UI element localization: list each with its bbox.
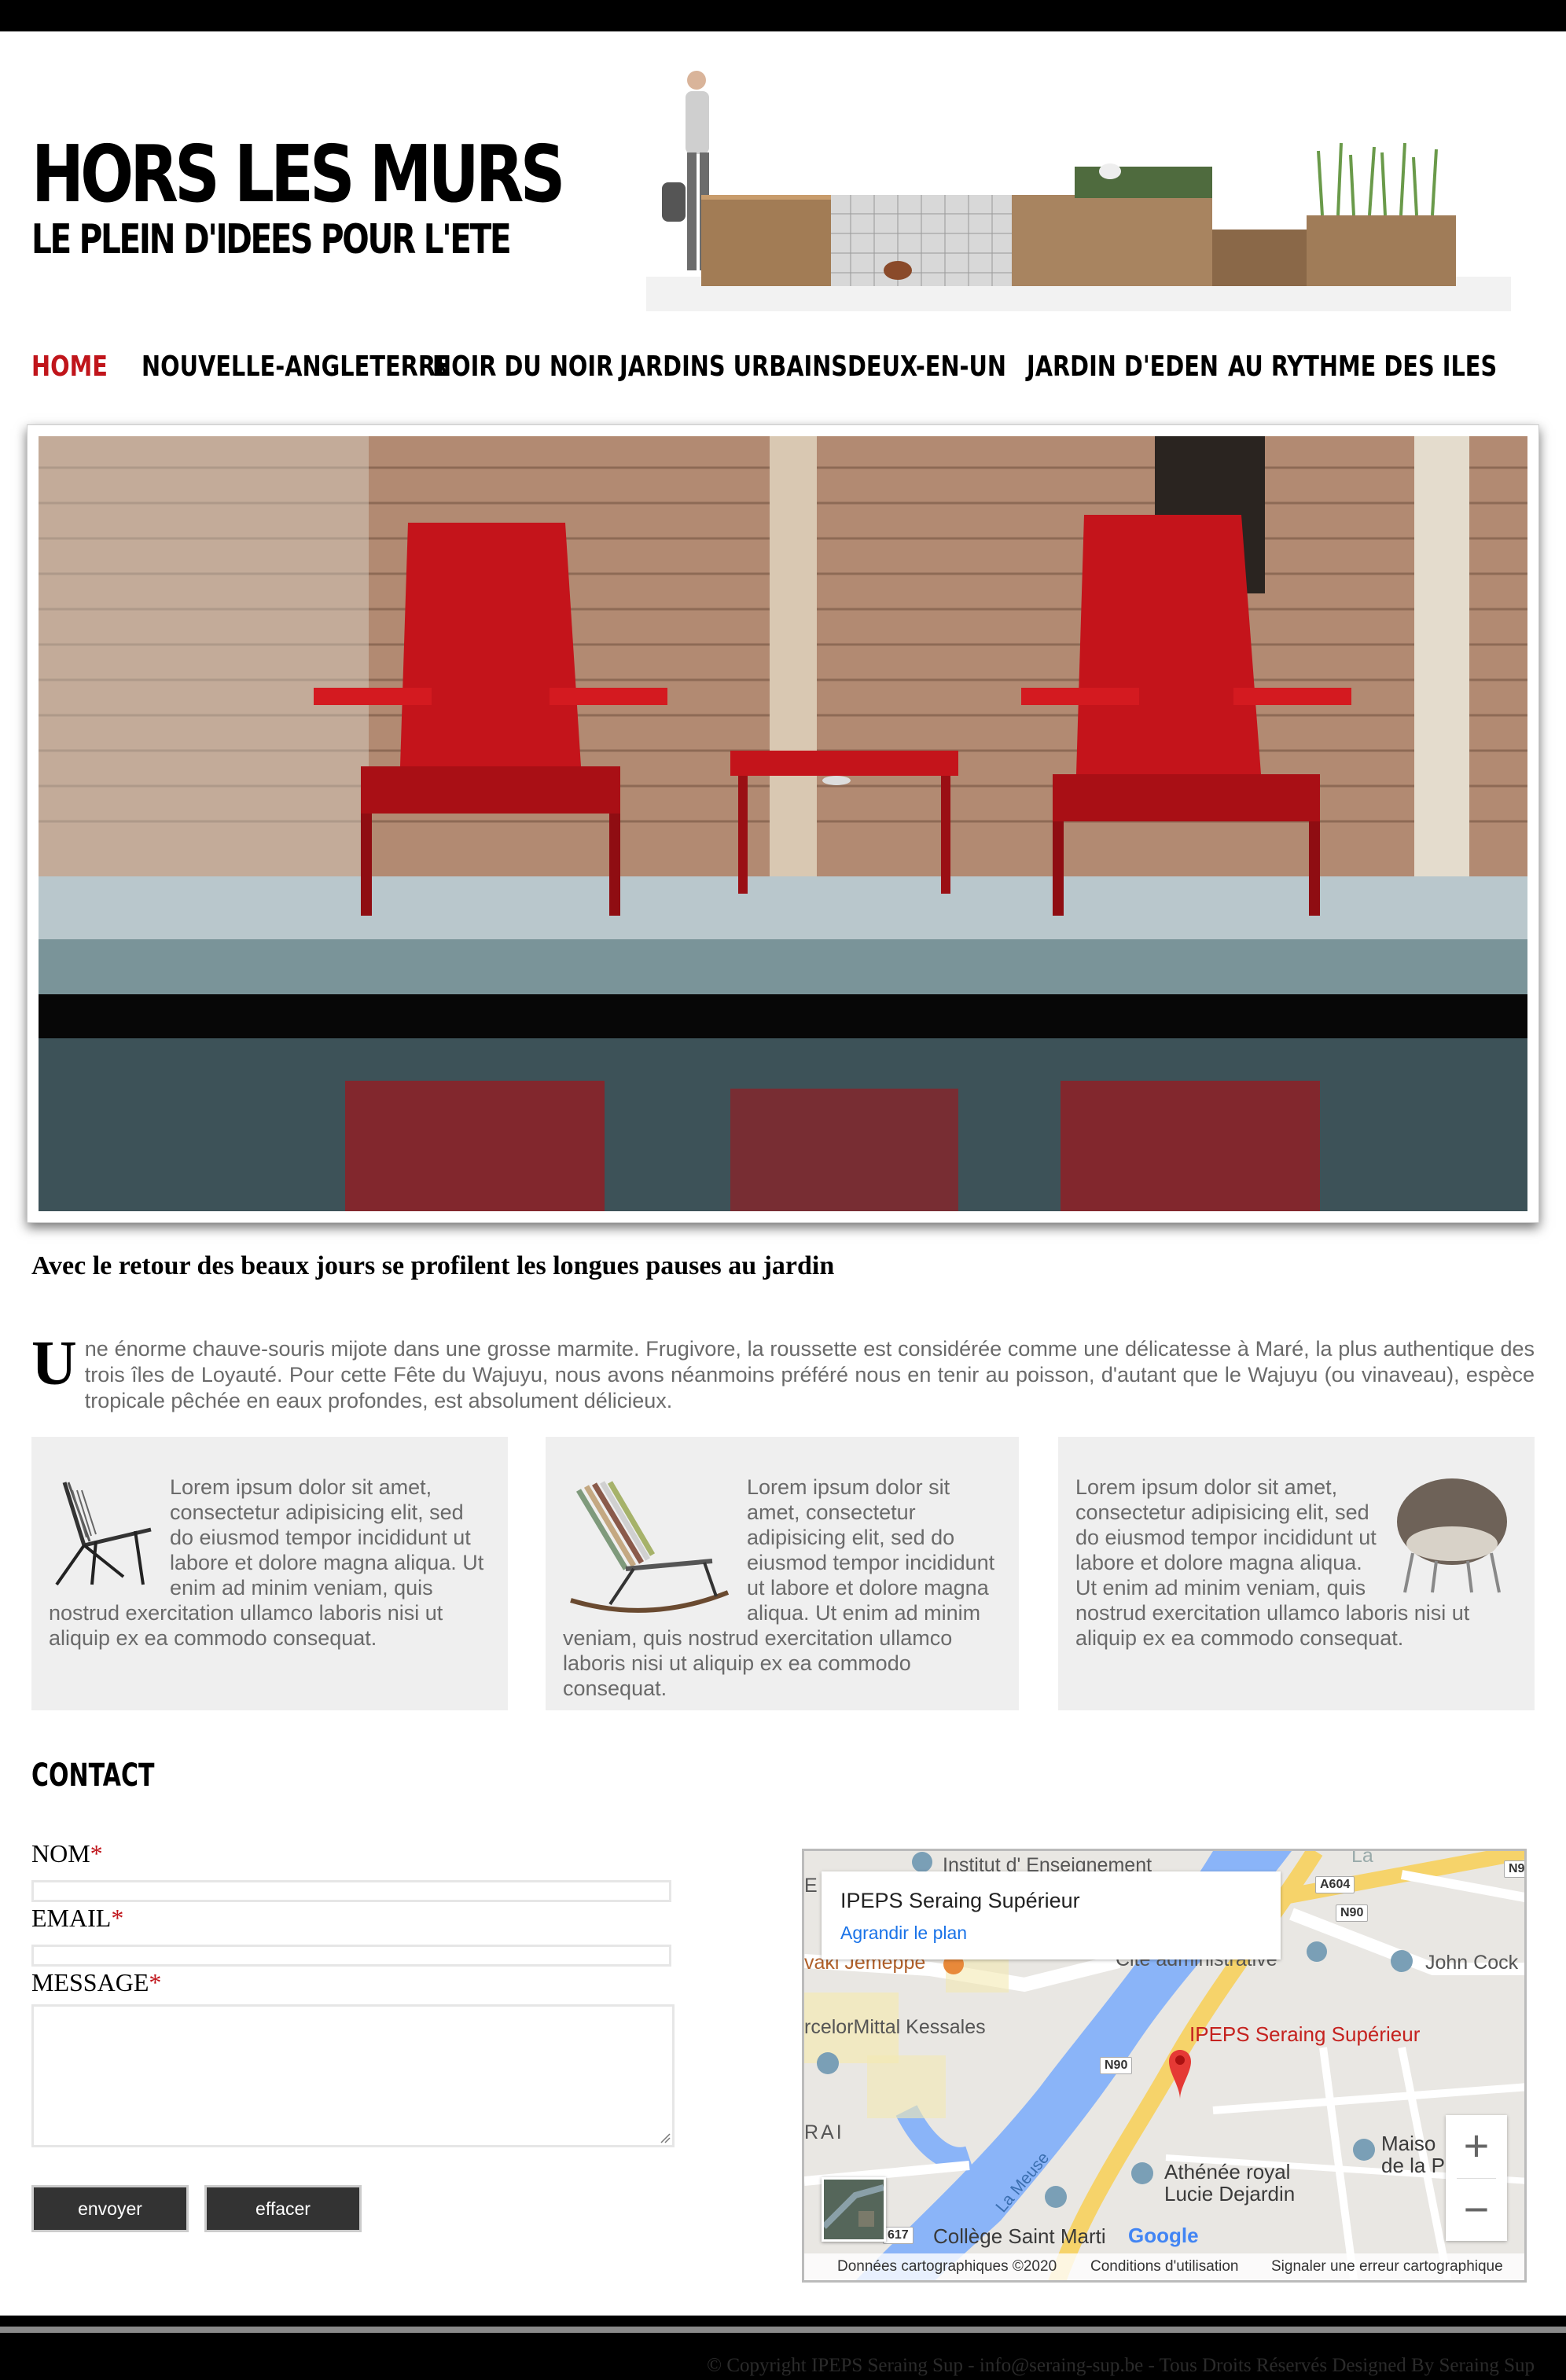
map-label-maison: Maiso de la P <box>1381 2132 1445 2177</box>
chair-icon <box>55 1482 152 1586</box>
zoom-out-button[interactable]: − <box>1446 2179 1507 2242</box>
map-report-link[interactable]: Signaler une erreur cartographique <box>1271 2253 1503 2280</box>
hero-image <box>39 436 1527 1211</box>
satellite-icon <box>822 2180 885 2239</box>
road-badge-617: 617 <box>883 2227 914 2244</box>
map-label-rai: RAI <box>804 2121 844 2143</box>
send-button[interactable]: envoyer <box>31 2185 189 2232</box>
dropcap-letter: U <box>31 1329 77 1398</box>
header-banner-image <box>646 71 1511 311</box>
map-footer: Données cartographiques ©2020 Conditions… <box>804 2253 1524 2280</box>
nom-label: NOM* <box>31 1839 103 1868</box>
resize-grip-icon[interactable] <box>660 2132 671 2143</box>
card-egg-chair: Lorem ipsum dolor sit amet, consectetur … <box>1058 1437 1535 1710</box>
road-badge-a604: A604 <box>1315 1876 1355 1893</box>
footer-copyright: © Copyright IPEPS Seraing Sup - info@ser… <box>707 2355 1535 2376</box>
satellite-toggle-thumbnail[interactable] <box>822 2177 886 2242</box>
map-pin-label[interactable]: IPEPS Seraing Supérieur <box>1189 2022 1420 2047</box>
map-label-john: John Cock <box>1425 1952 1519 1974</box>
article-intro: Une énorme chauve-souris mijote dans une… <box>31 1329 1535 1414</box>
nav-item-au-rythme-des-iles[interactable]: AU RYTHME DES ILES <box>1228 347 1497 387</box>
map-label-college: Collège Saint Marti <box>933 2224 1106 2248</box>
map-data-credit: Données cartographiques ©2020 <box>837 2258 1057 2275</box>
site-subtitle: LE PLEIN D'IDEES POUR L'ETE <box>31 216 512 263</box>
card-chair: Lorem ipsum dolor sit amet, consectetur … <box>31 1437 508 1710</box>
nav-item-nouvelle-angleterre[interactable]: NOUVELLE-ANGLETERRE <box>142 347 451 387</box>
rocking-chair-icon <box>570 1481 730 1613</box>
site-title[interactable]: HORS LES MURS <box>31 135 565 214</box>
clear-button[interactable]: effacer <box>204 2185 362 2232</box>
footer-stripe <box>0 2316 1566 2327</box>
footer-stripe-grey <box>0 2327 1566 2333</box>
enlarge-map-link[interactable]: Agrandir le plan <box>840 1923 1262 1944</box>
card-rocking-chair: Lorem ipsum dolor sit amet, consectetur … <box>546 1437 1019 1710</box>
map-info-card: IPEPS Seraing Supérieur Agrandir le plan <box>822 1871 1281 1959</box>
google-map[interactable]: Institut d' Enseignement E La vaki Jemep… <box>802 1849 1527 2283</box>
map-label-la: La <box>1351 1849 1373 1867</box>
nav-item-jardin-d-eden[interactable]: JARDIN D'EDEN <box>1027 347 1219 387</box>
article-intro-text: ne énorme chauve-souris mijote dans une … <box>84 1337 1535 1412</box>
message-field[interactable] <box>31 2004 675 2147</box>
road-badge-n90-b: N90 <box>1100 2057 1133 2074</box>
hero-image-frame <box>27 424 1539 1223</box>
article-headline: Avec le retour des beaux jours se profil… <box>31 1251 835 1280</box>
map-label-athenee: Athénée royal Lucie Dejardin <box>1164 2160 1296 2206</box>
email-field[interactable] <box>31 1945 671 1967</box>
contact-title: CONTACT <box>31 1757 155 1794</box>
nav-item-deux-en-un[interactable]: DEUX-EN-UN <box>847 347 1006 387</box>
zoom-in-button[interactable]: + <box>1446 2115 1507 2178</box>
nom-field[interactable] <box>31 1880 671 1902</box>
map-place-title: IPEPS Seraing Supérieur <box>840 1889 1080 1912</box>
road-badge-n90: N90 <box>1336 1904 1369 1922</box>
map-terms-link[interactable]: Conditions d'utilisation <box>1090 2253 1238 2280</box>
egg-chair-icon <box>1397 1478 1507 1593</box>
nav-item-noir-du-noir[interactable]: NOIR DU NOIR <box>432 347 613 387</box>
top-bar <box>0 0 1566 31</box>
map-label-arcelor: rcelorMittal Kessales <box>804 2016 986 2038</box>
google-logo: Google <box>1128 2224 1199 2247</box>
page-footer: © Copyright IPEPS Seraing Sup - info@ser… <box>0 2333 1566 2380</box>
map-zoom-control: + − <box>1446 2115 1507 2241</box>
message-label: MESSAGE* <box>31 1968 162 1996</box>
nav-item-home[interactable]: HOME <box>31 347 108 387</box>
map-label-e: E <box>804 1875 818 1897</box>
road-badge-n9: N9 <box>1504 1860 1524 1878</box>
nav-item-jardins-urbains[interactable]: JARDINS URBAINS <box>619 347 847 387</box>
email-label: EMAIL* <box>31 1904 124 1932</box>
